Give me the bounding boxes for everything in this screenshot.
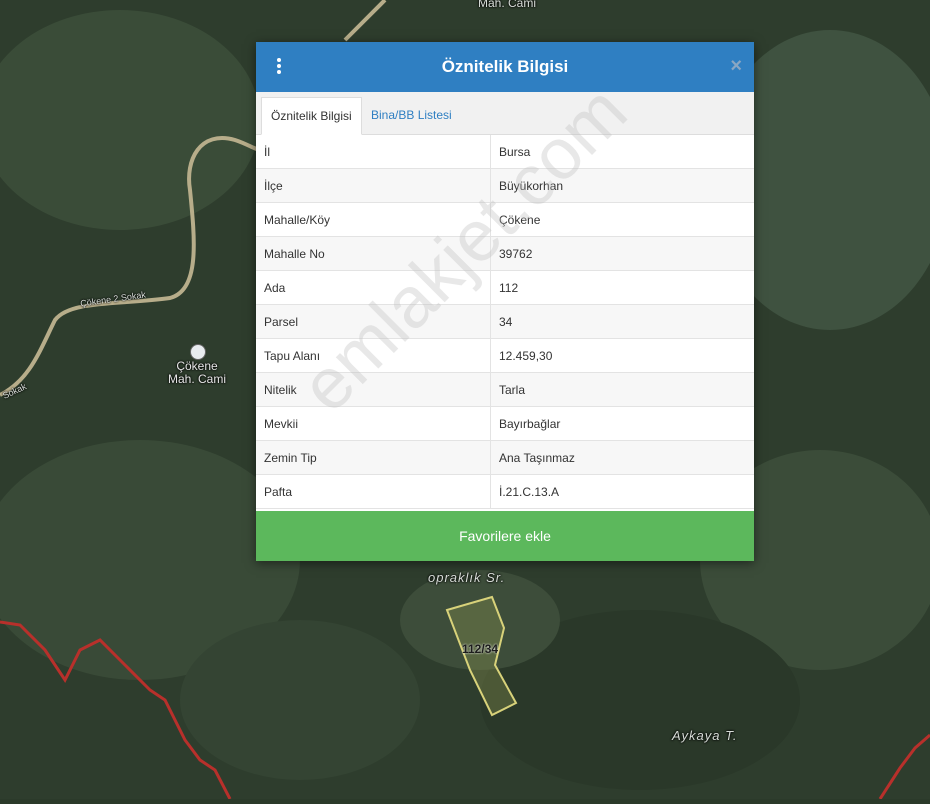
table-row: Zemin Tip Ana Taşınmaz — [256, 440, 754, 475]
map-label-place2: Aykaya T. — [672, 728, 738, 743]
table-row: Mevkii Bayırbağlar — [256, 406, 754, 441]
attribute-key: İlçe — [256, 168, 491, 203]
table-row: Mahalle/Köy Çökene — [256, 202, 754, 237]
attribute-value: Çökene — [490, 202, 754, 237]
attribute-value: Ana Taşınmaz — [490, 440, 754, 475]
popup-title: Öznitelik Bilgisi — [441, 57, 569, 76]
attribute-key: Mahalle No — [256, 236, 491, 271]
tab-attributes[interactable]: Öznitelik Bilgisi — [261, 97, 362, 135]
attribute-key: Ada — [256, 270, 491, 305]
table-row: İl Bursa — [256, 135, 754, 169]
table-row: Nitelik Tarla — [256, 372, 754, 407]
attribute-table: İl Bursa İlçe Büyükorhan Mahalle/Köy Çökene Ma… — [256, 135, 754, 509]
attribute-key: İl — [256, 135, 491, 169]
attribute-value: 34 — [490, 304, 754, 339]
terrain-patch — [180, 620, 420, 780]
attribute-value: 112 — [490, 270, 754, 305]
attribute-key: Pafta — [256, 474, 491, 509]
mosque-label-line2: Mah. Cami — [167, 372, 226, 386]
attribute-value: 39762 — [490, 236, 754, 271]
table-row: İlçe Büyükorhan — [256, 168, 754, 203]
attribute-value: 12.459,30 — [490, 338, 754, 373]
map-label-mosque-top: Mah. Cami — [478, 0, 537, 10]
table-row: Ada 112 — [256, 270, 754, 305]
attribute-key: Nitelik — [256, 372, 491, 407]
attribute-value: Bursa — [490, 135, 754, 169]
attribute-key: Tapu Alanı — [256, 338, 491, 373]
parcel-label: 112/34 — [462, 642, 499, 656]
attribute-popup: Öznitelik Bilgisi × Öznitelik Bilgisi Bi… — [256, 42, 754, 561]
popup-tabs: Öznitelik Bilgisi Bina/BB Listesi — [256, 92, 754, 135]
attribute-value: Büyükorhan — [490, 168, 754, 203]
tab-building-list[interactable]: Bina/BB Listesi — [362, 97, 461, 133]
popup-header: Öznitelik Bilgisi × — [256, 42, 754, 92]
attribute-key: Mevkii — [256, 406, 491, 441]
map-label-place1: opraklık Sr. — [428, 570, 506, 585]
table-row: Parsel 34 — [256, 304, 754, 339]
mosque-icon[interactable] — [190, 344, 206, 360]
attribute-key: Mahalle/Köy — [256, 202, 491, 237]
table-row: Tapu Alanı 12.459,30 — [256, 338, 754, 373]
add-favorite-button[interactable]: Favorilere ekle — [256, 511, 754, 561]
attribute-value: İ.21.C.13.A — [490, 474, 754, 509]
attribute-value: Tarla — [490, 372, 754, 407]
table-row: Pafta İ.21.C.13.A — [256, 474, 754, 509]
attribute-value: Bayırbağlar — [490, 406, 754, 441]
table-row: Mahalle No 39762 — [256, 236, 754, 271]
attribute-key: Zemin Tip — [256, 440, 491, 475]
close-icon[interactable]: × — [730, 55, 742, 78]
attribute-key: Parsel — [256, 304, 491, 339]
map-label-mosque: Çökene Mah. Cami — [165, 360, 229, 386]
